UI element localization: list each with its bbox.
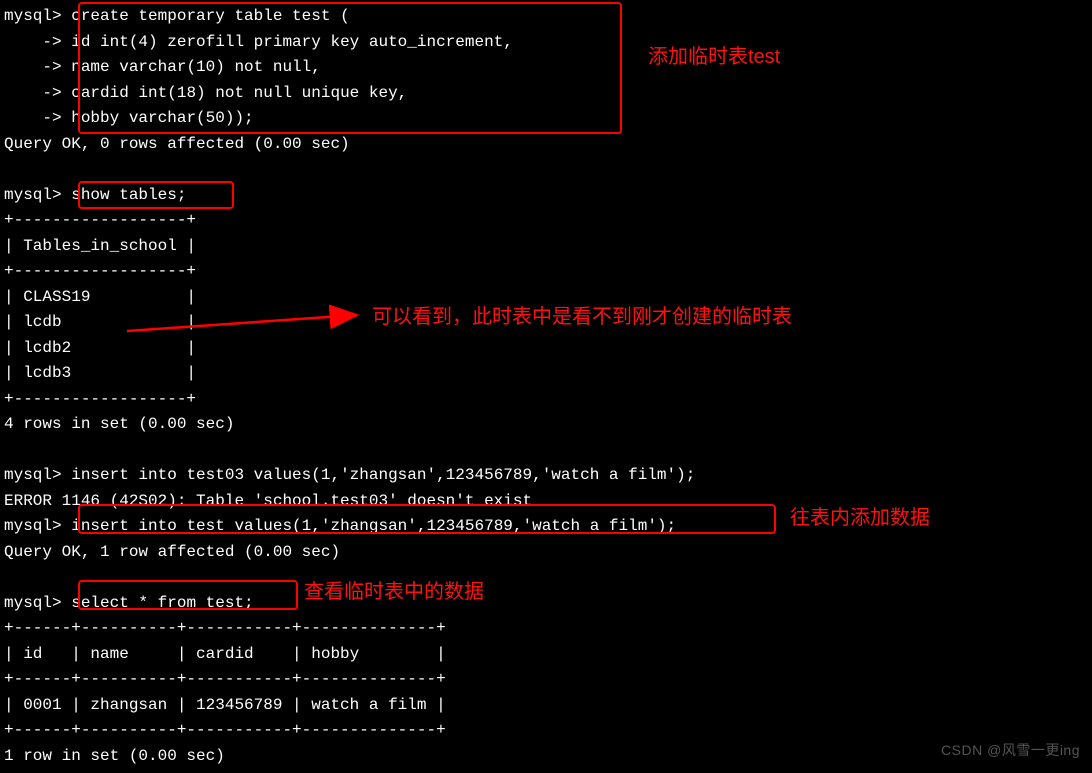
tables-border-bot: +------------------+	[4, 387, 1088, 413]
result-border-mid: +------+----------+-----------+---------…	[4, 667, 1088, 693]
table-row: | lcdb2 |	[4, 336, 1088, 362]
tables-border-mid: +------------------+	[4, 259, 1088, 285]
tables-header: | Tables_in_school |	[4, 234, 1088, 260]
anno-show-tables: 可以看到，此时表中是看不到刚才创建的临时表	[372, 305, 792, 331]
table-row: | lcdb3 |	[4, 361, 1088, 387]
create-line-3: -> name varchar(10) not null,	[4, 55, 1088, 81]
create-line-4: -> cardid int(18) not null unique key,	[4, 81, 1088, 107]
result-header: | id | name | cardid | hobby |	[4, 642, 1088, 668]
result-border-top: +------+----------+-----------+---------…	[4, 616, 1088, 642]
anno-select: 查看临时表中的数据	[304, 580, 484, 606]
show-tables-line: mysql> show tables;	[4, 183, 1088, 209]
create-line-2: -> id int(4) zerofill primary key auto_i…	[4, 30, 1088, 56]
tables-border-top: +------------------+	[4, 208, 1088, 234]
anno-insert: 往表内添加数据	[790, 506, 930, 532]
create-line-5: -> hobby varchar(50));	[4, 106, 1088, 132]
prompt: mysql>	[4, 7, 71, 25]
result-border-bot: +------+----------+-----------+---------…	[4, 718, 1088, 744]
result-row: | 0001 | zhangsan | 123456789 | watch a …	[4, 693, 1088, 719]
rows-in-set-4: 4 rows in set (0.00 sec)	[4, 412, 1088, 438]
query-ok-1: Query OK, 1 row affected (0.00 sec)	[4, 540, 1088, 566]
insert-wrong-line: mysql> insert into test03 values(1,'zhan…	[4, 463, 1088, 489]
watermark: CSDN @风雪一更ing	[941, 738, 1080, 764]
anno-create: 添加临时表test	[648, 45, 780, 71]
select-line: mysql> select * from test;	[4, 591, 1088, 617]
cont-prompt: ->	[4, 33, 71, 51]
query-ok-0: Query OK, 0 rows affected (0.00 sec)	[4, 132, 1088, 158]
rows-in-set-1: 1 row in set (0.00 sec)	[4, 744, 1088, 770]
create-line-1: mysql> create temporary table test (	[4, 4, 1088, 30]
terminal-output: mysql> create temporary table test ( -> …	[4, 4, 1088, 769]
